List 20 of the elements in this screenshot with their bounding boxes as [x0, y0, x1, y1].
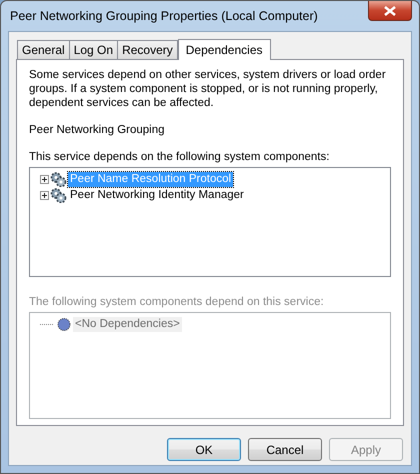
service-name: Peer Networking Grouping: [29, 123, 166, 137]
window-title: Peer Networking Grouping Properties (Local Computer): [9, 8, 318, 25]
close-button[interactable]: [368, 1, 412, 21]
component-icon: [55, 316, 72, 332]
close-icon: [384, 6, 396, 16]
tab[interactable]: Recovery: [117, 40, 178, 59]
tab[interactable]: Log On: [68, 40, 118, 59]
tree-item[interactable]: Peer Networking Identity Manager: [68, 188, 246, 202]
gears-icon: [50, 172, 67, 186]
tree-label: This service depends on the following system components:: [29, 150, 330, 164]
tree-label: The following system components depend on this service:: [29, 295, 325, 309]
expand-icon[interactable]: [40, 174, 49, 184]
tab[interactable]: Dependencies: [178, 39, 270, 60]
tab[interactable]: General: [17, 40, 70, 59]
description-text: Some services depend on other services, system drivers or load order groups. If a system component is stopped, or is not running properly, dependent services can be affected.: [29, 68, 387, 110]
tree-view[interactable]: Peer Name Resolution Protocol Peer Networking Identity Manager: [29, 167, 391, 277]
dialog-button[interactable]: OK: [167, 438, 241, 461]
expand-icon[interactable]: [40, 190, 49, 200]
dialog-button[interactable]: Cancel: [248, 438, 322, 461]
gears-icon: [50, 188, 67, 202]
